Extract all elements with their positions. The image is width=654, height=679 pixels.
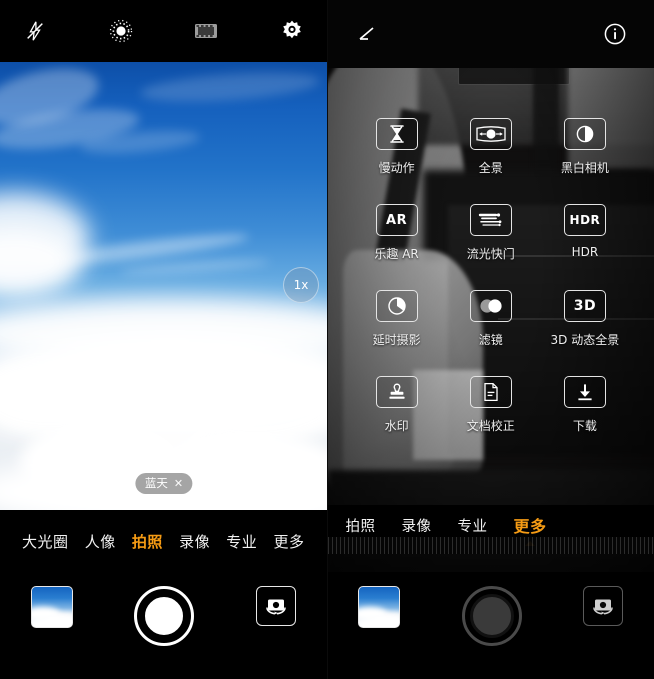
mode-label: 水印 xyxy=(384,419,409,433)
shutter-inner xyxy=(469,594,514,638)
mode-label: 乐趣 AR xyxy=(374,247,419,261)
gallery-thumbnail[interactable] xyxy=(30,586,73,628)
mode-tab-pro[interactable]: 专业 xyxy=(458,515,488,536)
edit-pencil-icon[interactable] xyxy=(350,17,384,51)
document-scan-icon xyxy=(469,376,512,408)
camera-viewfinder-panel: 1x 蓝天 ✕ 大光圈 人像 拍照 录像 专业 更多 xyxy=(0,0,327,679)
time-lapse-icon xyxy=(375,290,418,322)
shutter-button[interactable] xyxy=(134,586,195,646)
mode-label: 下载 xyxy=(572,419,597,433)
camera-app-screenshot: 1x 蓝天 ✕ 大光圈 人像 拍照 录像 专业 更多 慢动作 全景 黑白相机 A… xyxy=(0,0,654,679)
scene-recognition-badge[interactable]: 蓝天 ✕ xyxy=(134,473,193,494)
mode-label: 滤镜 xyxy=(478,333,503,347)
mode-monochrome[interactable]: 黑白相机 xyxy=(538,118,632,176)
shutter-inner xyxy=(142,594,187,638)
panorama-icon xyxy=(469,118,512,150)
mode-watermark[interactable]: 水印 xyxy=(350,376,444,434)
more-modes-grid: 慢动作 全景 黑白相机 AR 乐趣 AR 流光快门 HDR HDR 延时摄影 滤… xyxy=(328,118,654,434)
mode-tab-portrait[interactable]: 人像 xyxy=(85,531,116,552)
settings-gear-icon[interactable] xyxy=(275,14,309,48)
camera-flip-button[interactable] xyxy=(255,586,296,626)
mode-time-lapse[interactable]: 延时摄影 xyxy=(350,290,444,348)
light-painting-icon xyxy=(469,204,512,236)
3d-panorama-icon: 3D xyxy=(563,290,606,322)
mode-light-painting[interactable]: 流光快门 xyxy=(444,204,538,262)
mode-tab-photo[interactable]: 拍照 xyxy=(132,531,163,552)
zoom-level-button[interactable]: 1x xyxy=(283,267,319,303)
mode-tab-video[interactable]: 录像 xyxy=(179,531,210,552)
capture-bar xyxy=(0,572,327,679)
mode-tab-more[interactable]: 更多 xyxy=(513,513,547,546)
ar-icon: AR xyxy=(375,204,418,236)
hdr-icon: HDR xyxy=(563,204,606,236)
mode-tab-video[interactable]: 录像 xyxy=(402,515,432,536)
mode-fun-ar[interactable]: AR 乐趣 AR xyxy=(350,204,444,262)
more-panel-top-toolbar xyxy=(327,0,654,68)
camera-preview[interactable]: 1x 蓝天 ✕ xyxy=(0,62,327,510)
mode-hdr[interactable]: HDR HDR xyxy=(538,204,632,262)
more-modes-panel: 慢动作 全景 黑白相机 AR 乐趣 AR 流光快门 HDR HDR 延时摄影 滤… xyxy=(326,0,654,679)
camera-flip-button[interactable] xyxy=(583,586,624,626)
mode-label: 文档校正 xyxy=(466,419,515,433)
mode-label: 慢动作 xyxy=(378,161,415,175)
mode-3d-panorama[interactable]: 3D 3D 动态全景 xyxy=(538,290,632,348)
mode-filter[interactable]: 滤镜 xyxy=(444,290,538,348)
mode-label: 3D 动态全景 xyxy=(550,333,620,347)
mode-tab-photo[interactable]: 拍照 xyxy=(346,515,376,536)
mode-label: HDR xyxy=(571,245,599,259)
flash-off-icon[interactable] xyxy=(18,14,52,48)
mode-tab-more-label: 更多 xyxy=(513,517,547,536)
gallery-thumbnail[interactable] xyxy=(358,586,401,628)
mode-label: 延时摄影 xyxy=(372,333,421,347)
watermark-stamp-icon xyxy=(375,376,418,408)
mode-document-correction[interactable]: 文档校正 xyxy=(444,376,538,434)
film-strip-icon[interactable] xyxy=(189,14,223,48)
mode-download[interactable]: 下载 xyxy=(538,376,632,434)
info-circle-icon[interactable] xyxy=(598,17,632,51)
shutter-button[interactable] xyxy=(461,586,522,646)
monochrome-icon xyxy=(563,118,606,150)
scene-badge-label: 蓝天 xyxy=(144,476,168,490)
ai-master-icon[interactable] xyxy=(104,14,138,48)
mode-panorama[interactable]: 全景 xyxy=(444,118,538,176)
filter-icon xyxy=(469,290,512,322)
viewfinder-top-toolbar xyxy=(0,0,327,62)
camera-mode-tabs: 大光圈 人像 拍照 录像 专业 更多 xyxy=(0,510,327,572)
download-icon xyxy=(563,376,606,408)
mode-slow-motion[interactable]: 慢动作 xyxy=(350,118,444,176)
mode-ruler-strip xyxy=(327,537,654,554)
mode-label: 全景 xyxy=(478,161,503,175)
capture-bar xyxy=(327,572,654,679)
hourglass-icon xyxy=(375,118,418,150)
mode-tab-pro[interactable]: 专业 xyxy=(226,531,257,552)
mode-tab-aperture[interactable]: 大光圈 xyxy=(22,531,69,552)
mode-label: 黑白相机 xyxy=(560,161,609,175)
close-icon[interactable]: ✕ xyxy=(174,477,183,490)
mode-label: 流光快门 xyxy=(466,247,515,261)
mode-tab-more[interactable]: 更多 xyxy=(273,531,304,552)
